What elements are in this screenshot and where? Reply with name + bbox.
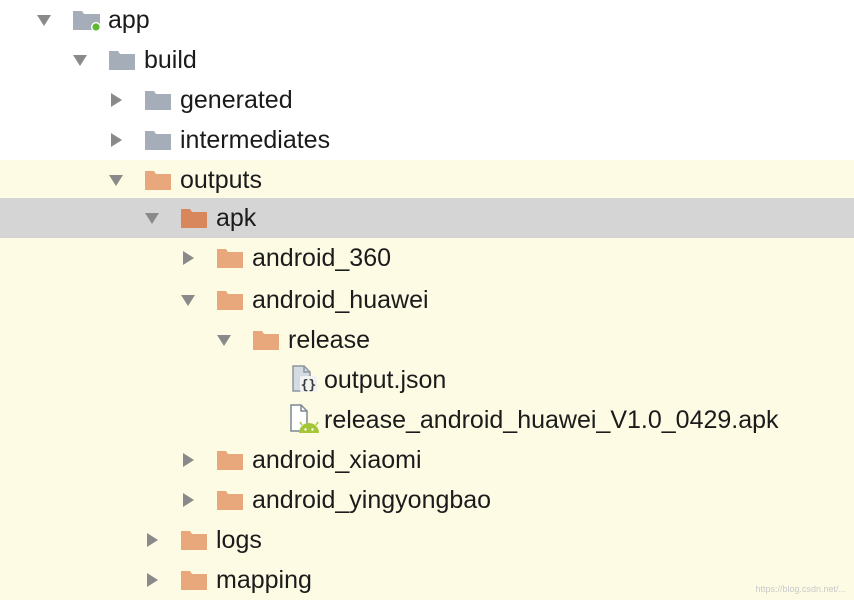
tree-item-label: mapping [216, 566, 312, 594]
watermark-text: https://blog.csdn.net/... [755, 584, 846, 594]
tree-row-outputs[interactable]: outputs [0, 160, 854, 200]
expanded-arrow-icon[interactable] [72, 52, 88, 68]
collapsed-arrow-icon[interactable] [144, 572, 160, 588]
folder-icon [216, 448, 244, 472]
folder-icon [180, 568, 208, 592]
collapsed-arrow-icon[interactable] [108, 132, 124, 148]
tree-item-label: outputs [180, 166, 263, 194]
folder-icon [144, 88, 172, 112]
tree-row-apk-file[interactable]: release_android_huawei_V1.0_0429.apk [0, 400, 854, 440]
tree-row-apk[interactable]: apk [0, 198, 854, 238]
tree-row-intermediates[interactable]: intermediates [0, 120, 854, 160]
module-folder-icon [72, 8, 101, 32]
tree-item-label: build [144, 46, 197, 74]
svg-text:{}: {} [301, 378, 317, 393]
tree-item-label: apk [216, 204, 257, 232]
tree-item-label: android_yingyongbao [252, 486, 492, 514]
tree-row-build[interactable]: build [0, 40, 854, 80]
collapsed-arrow-icon[interactable] [180, 492, 196, 508]
tree-row-logs[interactable]: logs [0, 520, 854, 560]
tree-item-label: release_android_huawei_V1.0_0429.apk [324, 406, 779, 434]
expanded-arrow-icon[interactable] [180, 292, 196, 308]
tree-item-label: output.json [324, 366, 447, 394]
tree-row-android-360[interactable]: android_360 [0, 238, 854, 280]
folder-icon [108, 48, 136, 72]
folder-icon [180, 528, 208, 552]
folder-icon [180, 206, 208, 230]
expanded-arrow-icon[interactable] [108, 172, 124, 188]
tree-item-label: android_huawei [252, 286, 429, 314]
json-file-icon: {} [290, 364, 318, 394]
collapsed-arrow-icon[interactable] [108, 92, 124, 108]
tree-row-android-yingyongbao[interactable]: android_yingyongbao [0, 480, 854, 520]
folder-icon [144, 128, 172, 152]
tree-item-label: app [108, 6, 150, 34]
folder-icon [216, 488, 244, 512]
tree-row-generated[interactable]: generated [0, 80, 854, 120]
folder-icon [216, 288, 244, 312]
tree-item-label: android_360 [252, 244, 392, 272]
expanded-arrow-icon[interactable] [216, 332, 232, 348]
project-tree: app build generated intermediates output… [0, 0, 854, 600]
tree-item-label: intermediates [180, 126, 331, 154]
tree-item-label: generated [180, 86, 293, 114]
folder-icon [252, 328, 280, 352]
tree-row-output-json[interactable]: {} output.json [0, 360, 854, 400]
tree-row-mapping[interactable]: mapping [0, 560, 854, 600]
collapsed-arrow-icon[interactable] [180, 250, 196, 266]
tree-item-label: logs [216, 526, 262, 554]
tree-item-label: release [288, 326, 370, 354]
tree-row-release[interactable]: release [0, 320, 854, 360]
tree-row-app[interactable]: app [0, 0, 854, 40]
collapsed-arrow-icon[interactable] [144, 532, 160, 548]
folder-icon [144, 168, 172, 192]
tree-row-android-huawei[interactable]: android_huawei [0, 280, 854, 320]
tree-item-label: android_xiaomi [252, 446, 422, 474]
tree-row-android-xiaomi[interactable]: android_xiaomi [0, 440, 854, 480]
folder-icon [216, 246, 244, 270]
collapsed-arrow-icon[interactable] [180, 452, 196, 468]
apk-file-icon [288, 403, 319, 435]
expanded-arrow-icon[interactable] [36, 12, 52, 28]
expanded-arrow-icon[interactable] [144, 210, 160, 226]
